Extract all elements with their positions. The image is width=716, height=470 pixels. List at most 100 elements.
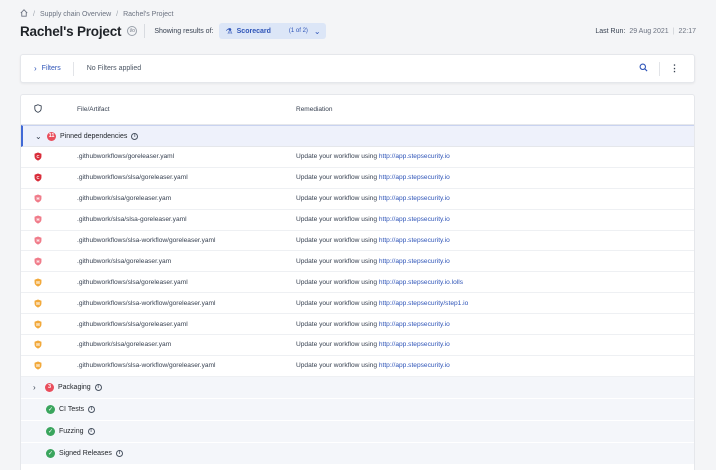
remediation-text: Update your workflow using	[296, 341, 377, 349]
home-icon[interactable]	[20, 9, 28, 19]
remediation-link[interactable]: http://app.stepsecurity.io	[379, 321, 450, 328]
remediation-text: Update your workflow using	[296, 195, 377, 203]
group-fuzzing[interactable]: ✓ Fuzzing i	[21, 420, 694, 443]
remediation-text: Update your workflow using	[296, 237, 377, 244]
search-icon[interactable]	[639, 63, 648, 74]
issue-count-badge: 3	[45, 382, 54, 392]
remediation: Update your workflow using http://app.st…	[296, 258, 694, 265]
table-row[interactable]: M .githubwork/slsa/goreleaser.yam Update y…	[21, 335, 694, 356]
group-ci-tests[interactable]: ✓ CI Tests i	[21, 398, 694, 421]
table-row[interactable]: H .githubwork/slsa/slsa-goreleaser.yaml Up…	[21, 210, 694, 231]
remediation-link[interactable]: http://app.stepsecurity/step1.io	[379, 300, 468, 307]
last-run: Last Run: 29 Aug 2021 | 22:17	[595, 28, 696, 35]
last-run-time: 22:17	[678, 27, 696, 35]
filter-bar: › Filters No Filters applied ⋮	[20, 54, 695, 83]
remediation-text: Update your workflow using	[296, 362, 377, 370]
severity-icon: H	[21, 215, 77, 224]
remediation-link[interactable]: http://app.stepsecurity.io	[379, 195, 450, 202]
table-row[interactable]: M .githubworkflows/slsa-workflow/goreleas…	[21, 356, 694, 377]
svg-text:H: H	[36, 217, 39, 222]
remediation: Update your workflow using http://app.st…	[296, 362, 694, 369]
table-row[interactable]: H .githubwork/slsa/goreleaser.yam Update y…	[21, 251, 694, 273]
file-path: .githubworkflows/slsa-workflow/gorelease…	[77, 362, 216, 370]
remediation: Update your workflow using http://app.st…	[296, 174, 694, 181]
group-signed-releases[interactable]: ✓ Signed Releases i	[21, 442, 694, 465]
group-packaging[interactable]: › 3 Packaging i	[21, 376, 694, 399]
remediation-text: Update your workflow using	[296, 216, 377, 224]
divider	[72, 61, 74, 76]
select-value: Scorecard	[236, 27, 271, 35]
svg-text:M: M	[36, 301, 40, 306]
breadcrumb-item-project[interactable]: Rachel's Project	[123, 11, 173, 18]
remediation-link[interactable]: http://app.stepsecurity.io	[379, 341, 450, 348]
group-label: Packaging	[58, 383, 91, 391]
severity-icon: M	[21, 340, 77, 350]
remediation: Update your workflow using http://app.st…	[296, 195, 694, 202]
remediation-link[interactable]: http://app.stepsecurity.io.lolls	[379, 279, 463, 286]
remediation: Update your workflow using http://app.st…	[296, 153, 694, 160]
severity-icon: M	[21, 299, 77, 308]
table-row[interactable]: M .githubworkflows/slsa/goreleaser.yaml Up…	[21, 272, 694, 294]
filters-toggle[interactable]: Filters	[42, 65, 61, 72]
file-path: .githubworkflows/slsa/goreleaser.yaml	[77, 320, 188, 328]
showing-label: Showing results of:	[154, 27, 214, 35]
severity-icon: M	[21, 320, 77, 329]
divider	[144, 24, 146, 38]
chevron-right-icon[interactable]: ›	[33, 383, 45, 392]
scorecard-icon: ⚗	[225, 26, 233, 36]
select-count: (1 of 2)	[288, 28, 308, 34]
table-row[interactable]: M .githubworkflows/slsa-workflow/goreleas…	[21, 293, 694, 315]
svg-text:C: C	[36, 154, 39, 159]
column-remediation[interactable]: Remediation	[296, 106, 333, 113]
severity-icon: H	[21, 257, 77, 266]
group-label: Fuzzing	[59, 427, 84, 435]
info-icon[interactable]: i	[115, 449, 123, 457]
remediation-text: Update your workflow using	[296, 278, 377, 286]
chevron-right-icon[interactable]: ›	[34, 64, 37, 73]
table-row[interactable]: M .githubworkflows/slsa/goreleaser.yaml Up…	[21, 314, 694, 336]
file-path: .githubwork/slsa/slsa-goreleaser.yaml	[77, 216, 187, 224]
svg-text:H: H	[36, 196, 39, 201]
check-icon: ✓	[46, 448, 55, 458]
table-row[interactable]: C .githubworkflows/goreleaser.yaml Update …	[21, 147, 694, 168]
breadcrumb: / Supply chain Overview / Rachel's Proje…	[20, 9, 173, 19]
group-label: Signed Releases	[59, 449, 112, 457]
remediation-link[interactable]: http://app.stepsecurity.io	[379, 258, 450, 265]
file-path: .githubwork/slsa/goreleaser.yam	[77, 195, 172, 203]
table-row[interactable]: C .githubworkflows/slsa/goreleaser.yaml Up…	[21, 168, 694, 189]
scorecard-select[interactable]: ⚗ Scorecard (1 of 2) ⌄	[219, 23, 326, 39]
severity-icon: H	[21, 194, 77, 203]
remediation-link[interactable]: http://app.stepsecurity.io	[379, 153, 450, 160]
info-icon[interactable]: i	[88, 405, 96, 413]
chevron-down-icon: ⌄	[313, 26, 321, 36]
project-badge: i/o	[127, 26, 138, 36]
issue-count-badge: 11	[47, 131, 56, 141]
remediation: Update your workflow using http://app.st…	[296, 279, 694, 286]
table-row[interactable]: H .githubwork/slsa/goreleaser.yam Update y…	[21, 189, 694, 210]
check-icon: ✓	[46, 404, 55, 414]
remediation-link[interactable]: http://app.stepsecurity.io	[379, 362, 450, 369]
info-icon[interactable]: i	[94, 383, 102, 391]
column-file[interactable]: File/Artifact	[77, 106, 296, 113]
info-icon[interactable]: i	[87, 427, 95, 435]
info-icon[interactable]: i	[131, 132, 139, 140]
chevron-down-icon[interactable]: ⌄	[35, 132, 47, 141]
remediation: Update your workflow using http://app.st…	[296, 341, 694, 348]
file-path: .githubworkflows/slsa/goreleaser.yaml	[77, 278, 188, 286]
group-label: CI Tests	[59, 405, 85, 413]
remediation: Update your workflow using http://app.st…	[296, 216, 694, 223]
svg-text:M: M	[36, 342, 40, 347]
severity-icon: C	[21, 173, 77, 182]
svg-text:H: H	[36, 259, 39, 264]
remediation: Update your workflow using http://app.st…	[296, 300, 694, 307]
group-label: Pinned dependencies	[60, 132, 128, 140]
more-options-icon[interactable]: ⋮	[670, 63, 679, 74]
remediation-link[interactable]: http://app.stepsecurity.io	[379, 237, 450, 244]
remediation-link[interactable]: http://app.stepsecurity.io	[379, 174, 450, 181]
file-path: .githubwork/slsa/goreleaser.yam	[77, 341, 172, 349]
table-row[interactable]: H .githubworkflows/slsa-workflow/goreleas…	[21, 231, 694, 252]
group-pinned-dependencies[interactable]: ⌄ 11 Pinned dependencies i	[21, 125, 694, 147]
remediation-link[interactable]: http://app.stepsecurity.io	[379, 216, 450, 223]
breadcrumb-item-overview[interactable]: Supply chain Overview	[40, 11, 111, 18]
severity-icon: M	[21, 361, 77, 370]
